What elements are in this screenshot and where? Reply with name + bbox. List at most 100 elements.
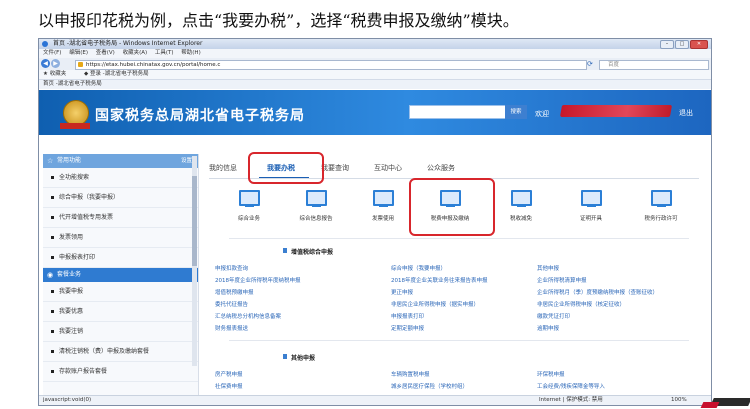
link-branch-filing[interactable]: 汇总纳税总分机构信息备案: [215, 312, 281, 320]
link-social-security[interactable]: 社保费申报: [215, 382, 243, 390]
sidebar-item-invoice-receive[interactable]: 发票领用: [43, 228, 198, 248]
favorite-link[interactable]: ◆ 登录 -湖北省电子税务局: [84, 71, 157, 77]
browser-search-input[interactable]: 百度: [599, 60, 709, 70]
link-report-print[interactable]: 申报报表打印: [391, 312, 424, 320]
menu-edit[interactable]: 编辑(E): [69, 50, 88, 56]
menu-favorites[interactable]: 收藏夹(A): [123, 50, 148, 56]
menu-view[interactable]: 查看(V): [96, 50, 115, 56]
link-property-tax[interactable]: 房产税申报: [215, 370, 243, 378]
star-icon: ☆: [47, 157, 54, 165]
section-other-title: 其他申报: [282, 354, 316, 362]
link-other-declare[interactable]: 其他申报: [537, 264, 559, 272]
address-bar: ◀ ▶ https://etax.hubei.chinatax.gov.cn/p…: [39, 58, 711, 70]
tile-info-report[interactable]: 综合信息报告: [286, 190, 346, 230]
sidebar-item-declare[interactable]: 我要申报: [43, 282, 198, 302]
browser-titlebar: 首页 -湖北省电子税务局 - Windows Internet Explorer…: [39, 39, 711, 49]
monitor-icon: [238, 190, 260, 207]
link-fixed-quota[interactable]: 定期定额申报: [391, 324, 424, 332]
site-search-input[interactable]: [409, 105, 507, 119]
sidebar: ☆ 常用功能 设置 全功能搜索 综合申报（我要申报） 代开增值税专用发票 发票领…: [43, 154, 199, 402]
link-cit-quarterly[interactable]: 企业所得税月（季）度预缴纳税申报（查账征收）: [537, 288, 658, 296]
sidebar-item-deposit-account[interactable]: 存款账户报告套餐: [43, 362, 198, 382]
menu-help[interactable]: 帮助(H): [181, 50, 200, 56]
redacted-username: [559, 105, 673, 117]
instruction-caption: 以申报印花税为例，点击“我要办税”，选择“税费申报及缴纳”模块。: [38, 11, 519, 30]
sidebar-item-search[interactable]: 全功能搜索: [43, 168, 198, 188]
link-vat-prepay[interactable]: 增值税预缴申报: [215, 288, 254, 296]
emblem-ribbon: [60, 123, 90, 129]
minimize-button[interactable]: –: [660, 40, 674, 49]
link-cit-liquidation[interactable]: 企业所得税清算申报: [537, 276, 587, 284]
link-nonresident-actual[interactable]: 非居民企业所得税申报（据实申报）: [391, 300, 479, 308]
window-controls: – □ ✕: [660, 40, 708, 49]
link-vehicle-tax[interactable]: 车辆购置税申报: [391, 370, 430, 378]
link-deduction-query[interactable]: 申报扣款查询: [215, 264, 248, 272]
link-union-fee[interactable]: 工会经费/残疾保障金等导入: [537, 382, 605, 390]
favorites-button[interactable]: ★ 收藏夹: [43, 71, 74, 77]
highlight-tax-declare-tile: [409, 178, 495, 236]
tab-query[interactable]: 我要查询: [321, 163, 349, 173]
highlight-tax-handling-tab: [248, 152, 324, 184]
tile-certificate[interactable]: 证明开具: [561, 190, 621, 230]
browser-tab[interactable]: 首页 -湖北省电子税务局: [39, 80, 711, 89]
tile-invoice-use[interactable]: 发票使用: [353, 190, 413, 230]
tile-comprehensive-business[interactable]: 综合业务: [219, 190, 279, 230]
sidebar-item-report-print[interactable]: 申报报表打印: [43, 248, 198, 268]
monitor-icon: [580, 190, 602, 207]
tab-my-info[interactable]: 我的信息: [209, 163, 237, 173]
section-divider: [229, 340, 689, 341]
zoom-level[interactable]: 100%: [671, 396, 687, 405]
link-payment-print[interactable]: 缴款凭证打印: [537, 312, 570, 320]
monitor-icon: [305, 190, 327, 207]
monitor-icon: [510, 190, 532, 207]
package-icon: ◉: [47, 271, 54, 279]
tile-admin-permit[interactable]: 税务行政许可: [631, 190, 691, 230]
window-title: 首页 -湖北省电子税务局 - Windows Internet Explorer: [53, 40, 203, 47]
sidebar-item-comprehensive-declare[interactable]: 综合申报（我要申报）: [43, 188, 198, 208]
tab-interaction[interactable]: 互动中心: [374, 163, 402, 173]
status-bar: javascript:void(0) Internet | 保护模式: 禁用 1…: [39, 395, 711, 405]
corner-decoration-red: [700, 402, 720, 408]
link-financial-report[interactable]: 财务报表报送: [215, 324, 248, 332]
link-resident-medical[interactable]: 城乡居民医疗保险（学校村组）: [391, 382, 468, 390]
sidebar-scrollbar[interactable]: [192, 156, 197, 366]
link-env-tax[interactable]: 环保税申报: [537, 370, 565, 378]
link-overdue[interactable]: 逾期申报: [537, 324, 559, 332]
link-agent-report[interactable]: 委托代征报告: [215, 300, 248, 308]
menu-tools[interactable]: 工具(T): [155, 50, 174, 56]
favorites-bar: ★ 收藏夹 ◆ 登录 -湖北省电子税务局: [39, 70, 711, 80]
url-text: https://etax.hubei.chinatax.gov.cn/porta…: [86, 62, 221, 68]
maximize-button[interactable]: □: [675, 40, 689, 49]
sidebar-settings-link[interactable]: 设置: [181, 154, 192, 168]
tile-tax-reduction[interactable]: 税收减免: [491, 190, 551, 230]
tab-public-service[interactable]: 公众服务: [427, 163, 455, 173]
browser-window: 首页 -湖北省电子税务局 - Windows Internet Explorer…: [38, 38, 712, 406]
close-button[interactable]: ✕: [690, 40, 708, 49]
refresh-icon[interactable]: ⟳: [587, 60, 593, 68]
site-search-button[interactable]: 搜索: [505, 105, 527, 119]
section-vat-title: 增值税综合申报: [282, 248, 334, 256]
welcome-text: 欢迎: [535, 110, 549, 118]
section-divider: [229, 238, 689, 239]
monitor-icon: [650, 190, 672, 207]
link-related-party[interactable]: 2018年度企业关联业务往来报告表申报: [391, 276, 488, 284]
link-correction[interactable]: 更正申报: [391, 288, 413, 296]
lock-icon: [78, 62, 83, 67]
menu-file[interactable]: 文件(F): [43, 50, 61, 56]
forward-arrow-icon[interactable]: ▶: [51, 59, 60, 68]
status-text: javascript:void(0): [43, 397, 92, 403]
menu-bar: 文件(F) 编辑(E) 查看(V) 收藏夹(A) 工具(T) 帮助(H): [39, 49, 711, 58]
sidebar-item-tax-clearance[interactable]: 清税注销税（费）申报及缴纳套餐: [43, 342, 198, 362]
sidebar-business-header: ◉ 套餐业务: [43, 268, 198, 282]
link-nonresident-assessed[interactable]: 非居民企业所得税申报（核定征收）: [537, 300, 625, 308]
sidebar-common-header: ☆ 常用功能 设置: [43, 154, 198, 168]
sidebar-item-vat-invoice[interactable]: 代开增值税专用发票: [43, 208, 198, 228]
link-cit-annual[interactable]: 2018年度企业所得税年度纳税申报: [215, 276, 301, 284]
url-input[interactable]: https://etax.hubei.chinatax.gov.cn/porta…: [75, 60, 587, 70]
sidebar-item-cancel[interactable]: 我要注销: [43, 322, 198, 342]
monitor-icon: [372, 190, 394, 207]
back-arrow-icon[interactable]: ◀: [41, 59, 50, 68]
logout-link[interactable]: 退出: [679, 108, 693, 118]
link-comprehensive-declare[interactable]: 综合申报（我要申报）: [391, 264, 446, 272]
sidebar-item-discount[interactable]: 我要优惠: [43, 302, 198, 322]
